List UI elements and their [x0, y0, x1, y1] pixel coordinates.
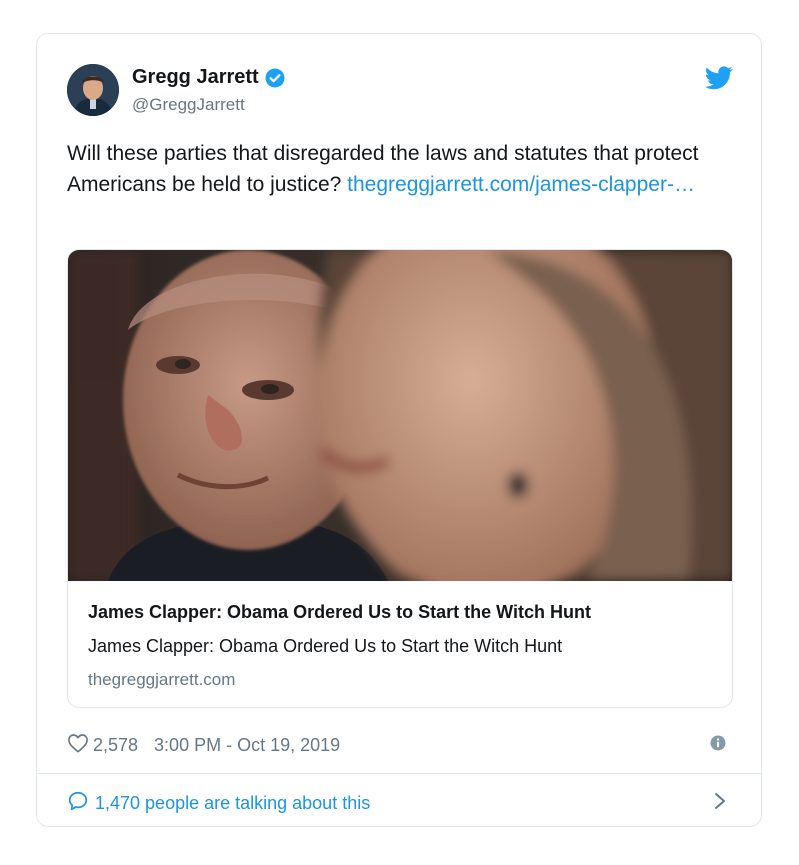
article-photo [68, 250, 732, 581]
like-count[interactable]: 2,578 [93, 735, 138, 756]
info-icon[interactable] [710, 735, 726, 756]
chevron-right-icon[interactable] [713, 791, 727, 816]
talking-count[interactable]: 1,470 people are talking about this [95, 793, 370, 814]
author-handle[interactable]: @GreggJarrett [132, 95, 245, 115]
tweet-link[interactable]: thegreggjarrett.com/james-clapper-… [347, 173, 695, 196]
verified-badge-icon [265, 68, 285, 88]
timestamp[interactable]: 3:00 PM - Oct 19, 2019 [154, 735, 340, 756]
link-card-domain: thegreggjarrett.com [88, 670, 236, 689]
link-card-title[interactable]: James Clapper: Obama Ordered Us to Start… [88, 602, 591, 623]
link-preview-card[interactable]: James Clapper: Obama Ordered Us to Start… [67, 249, 733, 708]
speech-bubble-icon [67, 790, 95, 817]
heart-icon[interactable] [67, 733, 89, 758]
tweet-meta: 2,578 3:00 PM - Oct 19, 2019 [67, 733, 340, 758]
author-name[interactable]: Gregg Jarrett [132, 66, 285, 89]
divider [37, 773, 761, 774]
tweet-card: Gregg Jarrett @GreggJarrett Will these p… [36, 33, 762, 827]
author-name-label[interactable]: Gregg Jarrett [132, 66, 259, 89]
avatar[interactable] [67, 64, 119, 116]
link-card-description: James Clapper: Obama Ordered Us to Start… [88, 636, 563, 656]
tweet-text: Will these parties that disregarded the … [67, 138, 737, 200]
conversation-link[interactable]: 1,470 people are talking about this [67, 790, 370, 817]
twitter-bird-icon[interactable] [704, 66, 733, 95]
